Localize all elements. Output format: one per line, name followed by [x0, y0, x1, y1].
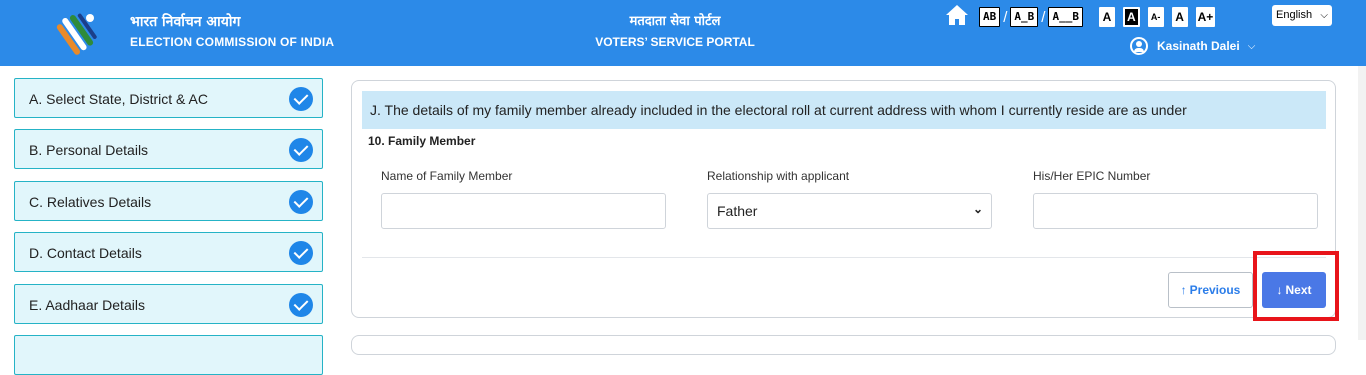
portal-title: मतदाता सेवा पोर्टल VOTERS’ SERVICE PORTA…	[540, 13, 810, 49]
step-label: C. Relatives Details	[29, 194, 152, 210]
previous-label: Previous	[1189, 283, 1241, 297]
page-scrollbar[interactable]	[1358, 66, 1366, 340]
section-notice: J. The details of my family member alrea…	[362, 91, 1326, 129]
step-label: A. Select State, District & AC	[29, 91, 208, 107]
check-icon	[289, 293, 313, 317]
high-contrast-button[interactable]: A	[1122, 7, 1140, 27]
divider	[362, 257, 1326, 258]
relationship-select[interactable]: Father ⌄	[707, 193, 992, 229]
check-icon	[289, 87, 313, 111]
family-member-card: J. The details of my family member alrea…	[351, 80, 1336, 318]
chevron-down-icon: ⌄	[972, 202, 983, 216]
language-select[interactable]: English ⌵	[1272, 5, 1332, 26]
user-menu[interactable]: Kasinath Dalei ⌵	[1130, 37, 1255, 55]
org-name-hindi: भारत निर्वाचन आयोग	[130, 14, 241, 30]
check-icon	[289, 138, 313, 162]
family-member-name-input[interactable]	[381, 193, 666, 229]
site-header: भारत निर्वाचन आयोग ELECTION COMMISSION O…	[0, 0, 1366, 66]
arrow-up-icon: ↑	[1180, 283, 1187, 297]
epic-number-input[interactable]	[1033, 193, 1318, 229]
relationship-value: Father	[717, 203, 758, 219]
step-label: E. Aadhaar Details	[29, 297, 145, 313]
sidebar-step-next[interactable]	[14, 335, 323, 375]
sidebar-step-e[interactable]: E. Aadhaar Details	[14, 284, 323, 324]
accessibility-toolbar: AB / A_B / A__B A A A- A A+	[979, 7, 1216, 27]
family-member-name-label: Name of Family Member	[381, 169, 513, 183]
eci-logo-icon[interactable]	[50, 9, 106, 59]
user-name: Kasinath Dalei	[1157, 39, 1240, 53]
home-icon[interactable]	[945, 4, 969, 26]
step-label: D. Contact Details	[29, 245, 142, 261]
sidebar-step-a[interactable]: A. Select State, District & AC	[14, 78, 323, 118]
letter-spacing-medium-button[interactable]: A_B	[1010, 7, 1039, 27]
section-title: 10. Family Member	[368, 134, 476, 148]
font-decrease-button[interactable]: A-	[1147, 7, 1164, 27]
sidebar-step-b[interactable]: B. Personal Details	[14, 129, 323, 169]
chevron-down-icon: ⌵	[1247, 40, 1256, 52]
chevron-down-icon: ⌵	[1320, 10, 1328, 21]
step-label: B. Personal Details	[29, 142, 149, 158]
sidebar-step-c[interactable]: C. Relatives Details	[14, 181, 323, 221]
font-reset-button[interactable]: A	[1171, 7, 1188, 27]
relationship-label: Relationship with applicant	[707, 169, 850, 183]
next-button-highlight	[1253, 251, 1339, 321]
brand-block: भारत निर्वाचन आयोग ELECTION COMMISSION O…	[130, 13, 334, 49]
previous-button[interactable]: ↑ Previous	[1168, 272, 1253, 308]
user-icon	[1130, 37, 1148, 55]
check-icon	[289, 241, 313, 265]
language-value: English	[1276, 9, 1313, 21]
portal-name-hindi: मतदाता सेवा पोर्टल	[629, 14, 721, 29]
letter-spacing-large-button[interactable]: A__B	[1048, 7, 1083, 27]
normal-contrast-button[interactable]: A	[1098, 7, 1115, 27]
sidebar-step-d[interactable]: D. Contact Details	[14, 232, 323, 272]
font-increase-button[interactable]: A+	[1195, 7, 1216, 27]
next-section-card	[351, 335, 1336, 355]
epic-number-label: His/Her EPIC Number	[1033, 169, 1151, 183]
portal-name-english: VOTERS’ SERVICE PORTAL	[595, 35, 755, 49]
letter-spacing-normal-button[interactable]: AB	[979, 7, 1001, 27]
check-icon	[289, 190, 313, 214]
org-name-english: ELECTION COMMISSION OF INDIA	[130, 35, 335, 49]
